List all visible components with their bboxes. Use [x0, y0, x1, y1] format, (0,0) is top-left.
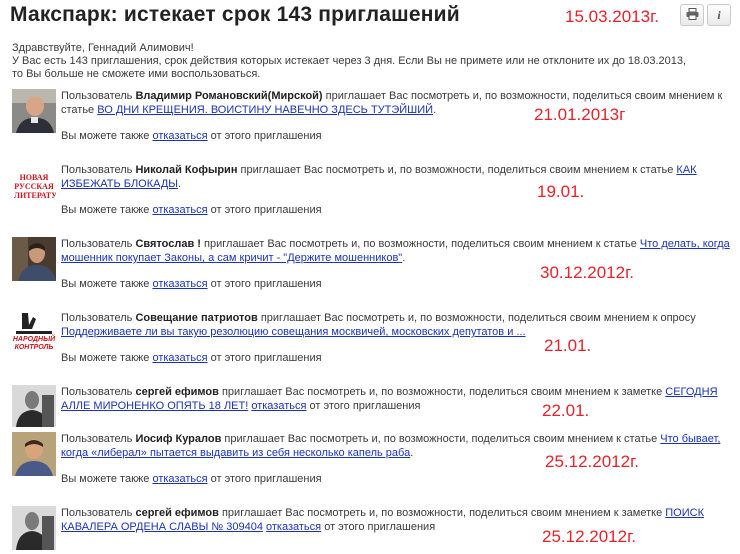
- intro-text: Здравствуйте, Геннадий Алимович! У Вас е…: [12, 42, 732, 81]
- date-annotation: 25.12.2012г.: [542, 527, 636, 546]
- date-annotation: 19.01.: [537, 182, 585, 201]
- user-name[interactable]: Совещание патриотов: [135, 312, 257, 324]
- user-name[interactable]: Святослав !: [135, 238, 201, 250]
- avatar[interactable]: НАРОДНЫЙ КОНТРОЛЬ: [12, 311, 56, 355]
- user-name[interactable]: Иосиф Куралов: [135, 433, 221, 445]
- page-title: Макспарк: истекает срок 143 приглашений: [10, 3, 460, 26]
- user-name[interactable]: Николай Кофырин: [135, 164, 237, 176]
- article-link[interactable]: ВО ДНИ КРЕЩЕНИЯ. ВОИСТИНУ НАВЕЧНО ЗДЕСЬ …: [97, 104, 433, 116]
- decline-line: Вы можете также отказаться от этого приг…: [61, 473, 322, 485]
- poll-link[interactable]: Поддерживаете ли вы такую резолюцию сове…: [61, 326, 526, 338]
- invitation-text: Пользователь Святослав ! приглашает Вас …: [61, 238, 730, 264]
- user-name[interactable]: сергей ефимов: [135, 507, 218, 519]
- invitation-text: Пользователь Владимир Романовский(Мирско…: [61, 90, 723, 116]
- date-annotation: 21.01.2013г: [534, 105, 626, 124]
- avatar[interactable]: [12, 432, 56, 476]
- info-icon: i: [717, 7, 721, 22]
- intro-line-2: то Вы больше не сможете ими воспользоват…: [12, 68, 261, 80]
- avatar[interactable]: НОВАЯ РУССКАЯ ЛИТЕРАТУРА: [12, 163, 56, 207]
- decline-link[interactable]: отказаться: [152, 352, 207, 364]
- decline-link[interactable]: отказаться: [152, 473, 207, 485]
- info-button[interactable]: i: [707, 4, 731, 26]
- decline-link[interactable]: отказаться: [152, 130, 207, 142]
- avatar[interactable]: [12, 237, 56, 281]
- date-annotation: 22.01.: [542, 401, 590, 420]
- invitation-text: Пользователь сергей ефимов приглашает Ва…: [61, 386, 718, 412]
- user-name[interactable]: сергей ефимов: [135, 386, 218, 398]
- invitation-text: Пользователь Совещание патриотов приглаш…: [61, 312, 696, 338]
- date-annotation: 21.01.: [544, 336, 592, 355]
- decline-line: Вы можете также отказаться от этого приг…: [61, 130, 322, 142]
- avatar[interactable]: [12, 506, 56, 550]
- decline-link[interactable]: отказаться: [152, 278, 207, 290]
- decline-link[interactable]: отказаться: [251, 400, 306, 412]
- user-name[interactable]: Владимир Романовский(Мирской): [135, 90, 322, 102]
- decline-line: Вы можете также отказаться от этого приг…: [61, 204, 322, 216]
- decline-line: Вы можете также отказаться от этого приг…: [61, 278, 322, 290]
- date-annotation: 15.03.2013г.: [565, 7, 659, 26]
- printer-icon: [686, 7, 699, 23]
- decline-line: Вы можете также отказаться от этого приг…: [61, 352, 322, 364]
- greeting: Здравствуйте, Геннадий Алимович!: [12, 42, 194, 54]
- date-annotation: 25.12.2012г.: [545, 452, 639, 471]
- decline-link[interactable]: отказаться: [266, 521, 321, 533]
- intro-line-1: У Вас есть 143 приглашения, срок действи…: [12, 55, 687, 67]
- date-annotation: 30.12.2012г.: [540, 263, 634, 282]
- invitation-text: Пользователь Николай Кофырин приглашает …: [61, 164, 697, 190]
- avatar[interactable]: [12, 89, 56, 133]
- print-button[interactable]: [680, 4, 704, 26]
- avatar[interactable]: [12, 385, 56, 427]
- decline-link[interactable]: отказаться: [152, 204, 207, 216]
